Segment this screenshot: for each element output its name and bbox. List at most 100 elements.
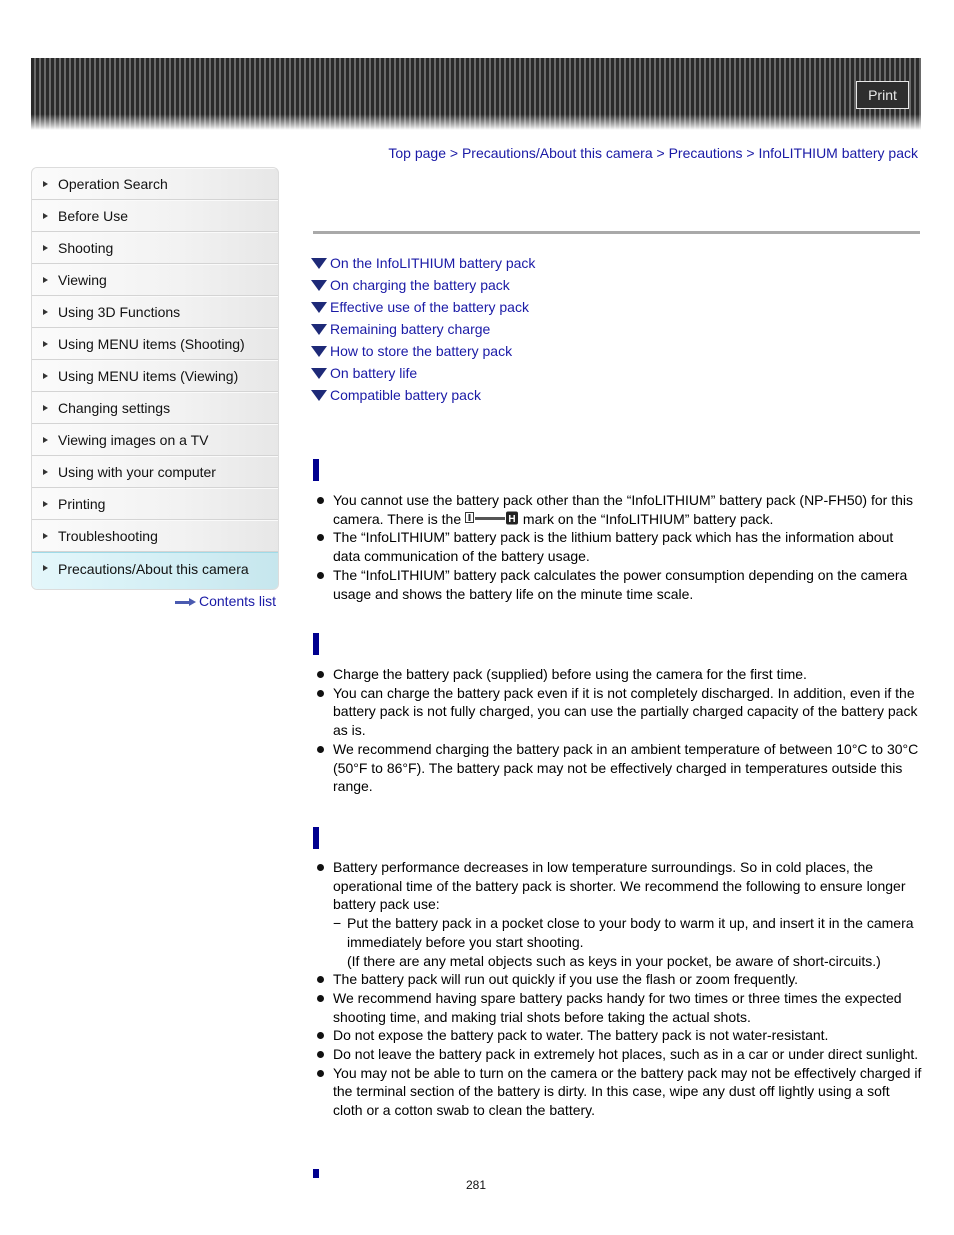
sub-list-item-note: (If there are any metal objects such as … [347,952,881,969]
sidebar-item-viewing[interactable]: Viewing [32,264,278,296]
list-item: Charge the battery pack (supplied) befor… [313,665,923,684]
list-item-text: You can charge the battery pack even if … [333,684,918,739]
toc-link[interactable]: On charging the battery pack [330,277,510,293]
arrow-right-icon [43,213,48,219]
triangle-down-icon [311,258,327,269]
arrow-right-icon [43,469,48,475]
toc-item[interactable]: How to store the battery pack [311,342,535,364]
sidebar-item-changing-settings[interactable]: Changing settings [32,392,278,424]
list-item: You can charge the battery pack even if … [313,684,923,740]
toc-item[interactable]: On battery life [311,364,535,386]
bullet-icon [317,571,324,579]
list-item-text: Battery performance decreases in low tem… [333,859,906,913]
section-heading-marker [313,633,319,655]
sidebar-item-computer[interactable]: Using with your computer [32,456,278,488]
list-item: The “InfoLITHIUM” battery pack is the li… [313,528,923,565]
triangle-down-icon [311,390,327,401]
breadcrumb-separator: > [656,145,665,161]
bullet-icon [317,976,324,984]
bullet-icon [317,671,324,678]
arrow-right-icon [43,437,48,443]
svg-text:H: H [508,514,515,525]
sidebar-item-precautions[interactable]: Precautions/About this camera [32,552,278,589]
triangle-down-icon [311,280,327,291]
breadcrumb-current[interactable]: InfoLITHIUM battery pack [758,145,918,161]
list-item-text: mark on the “InfoLITHIUM” battery pack. [519,510,774,527]
toc-item[interactable]: Effective use of the battery pack [311,298,535,320]
sidebar-item-3d-functions[interactable]: Using 3D Functions [32,296,278,328]
list-item: Do not expose the battery pack to water.… [313,1026,923,1045]
toc-link[interactable]: Compatible battery pack [330,387,481,403]
breadcrumb-precautions-about[interactable]: Precautions/About this camera [462,145,653,161]
breadcrumb-top-page[interactable]: Top page [388,145,446,161]
list-item: You may not be able to turn on the camer… [313,1064,923,1120]
sidebar-item-label: Using with your computer [58,464,216,480]
toc-item[interactable]: On charging the battery pack [311,276,535,298]
sidebar-item-troubleshooting[interactable]: Troubleshooting [32,520,278,552]
bullet-icon [317,994,324,1002]
header-banner: Print [31,58,921,130]
toc-link[interactable]: Effective use of the battery pack [330,299,529,315]
toc-link[interactable]: Remaining battery charge [330,321,490,337]
sidebar-item-label: Viewing [58,272,107,288]
sidebar-item-label: Using 3D Functions [58,304,181,320]
print-button[interactable]: Print [856,81,909,109]
toc-item[interactable]: On the InfoLITHIUM battery pack [311,254,535,276]
charging-bullet-list: Charge the battery pack (supplied) befor… [313,665,923,796]
list-item-text: The “InfoLITHIUM” battery pack is the li… [333,529,894,565]
arrow-right-icon [43,501,48,507]
sub-list-item: − Put the battery pack in a pocket close … [333,914,923,970]
breadcrumb-separator: > [449,145,459,161]
list-item: Do not leave the battery pack in extreme… [313,1045,923,1064]
sidebar-item-menu-viewing[interactable]: Using MENU items (Viewing) [32,360,278,392]
sidebar-item-printing[interactable]: Printing [32,488,278,520]
arrow-right-icon [43,309,48,315]
section-heading-marker [313,1169,319,1178]
sidebar-item-label: Changing settings [58,400,171,416]
list-item-text: The “InfoLITHIUM” battery pack calculate… [333,566,908,602]
bullet-icon [317,864,324,871]
arrow-right-icon [43,373,48,379]
section-heading-marker [313,827,319,849]
bullet-icon [317,689,324,697]
arrow-right-icon [43,533,48,539]
list-item-text: We recommend having spare battery packs … [333,989,902,1025]
infolithium-h-mark-icon: H [465,511,519,525]
sidebar-item-label: Using MENU items (Viewing) [58,368,239,384]
toc-item[interactable]: Remaining battery charge [311,320,535,342]
list-item: You cannot use the battery pack other th… [313,491,923,528]
toc-link[interactable]: How to store the battery pack [330,343,512,359]
toc-link[interactable]: On battery life [330,365,417,381]
sidebar-item-label: Viewing images on a TV [58,432,209,448]
arrow-right-icon [43,565,48,571]
arrow-right-icon [43,405,48,411]
toc-item[interactable]: Compatible battery pack [311,386,535,408]
sidebar-item-operation-search[interactable]: Operation Search [32,168,278,200]
bullet-icon [317,745,324,753]
bullet-icon [317,497,324,504]
effective-use-bullet-list: Battery performance decreases in low tem… [313,858,923,1120]
arrow-right-icon [43,181,48,187]
bullet-icon [317,1069,324,1077]
arrow-right-icon [43,277,48,283]
bullet-icon [317,534,324,542]
breadcrumb-separator: > [746,145,755,161]
sidebar-item-label: Printing [58,496,106,512]
sidebar-item-before-use[interactable]: Before Use [32,200,278,232]
list-item-text: We recommend charging the battery pack i… [333,740,919,795]
breadcrumb: Top page > Precautions/About this camera… [388,145,918,161]
sidebar-item-viewing-tv[interactable]: Viewing images on a TV [32,424,278,456]
sidebar-item-menu-shooting[interactable]: Using MENU items (Shooting) [32,328,278,360]
sidebar-item-shooting[interactable]: Shooting [32,232,278,264]
list-item-text: Do not expose the battery pack to water.… [333,1027,829,1044]
list-item: The “InfoLITHIUM” battery pack calculate… [313,566,923,603]
list-item: We recommend having spare battery packs … [313,989,923,1026]
triangle-down-icon [311,346,327,357]
page-number: 281 [466,1178,487,1192]
list-item-text: You may not be able to turn on the camer… [333,1064,922,1119]
list-item: The battery pack will run out quickly if… [313,970,923,989]
toc-link[interactable]: On the InfoLITHIUM battery pack [330,255,535,271]
arrow-right-icon [175,598,197,607]
contents-list-link[interactable]: Contents list [175,593,276,609]
breadcrumb-precautions[interactable]: Precautions [669,145,743,161]
